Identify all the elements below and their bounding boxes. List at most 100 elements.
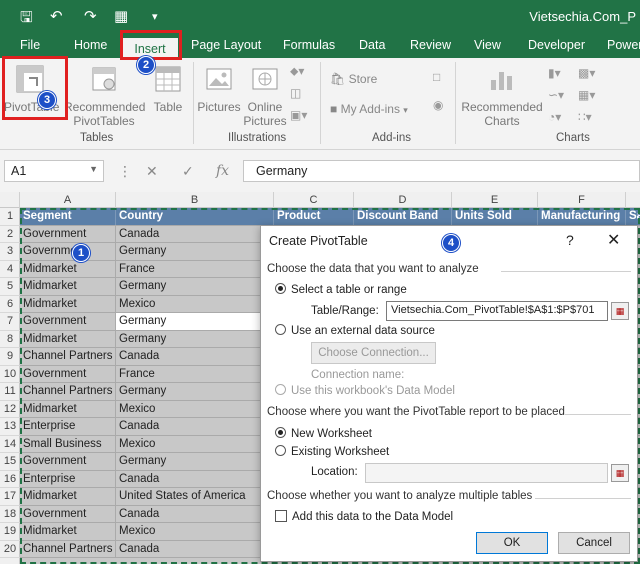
cell[interactable]: Mexico xyxy=(116,400,274,418)
new-worksheet-option[interactable]: New Worksheet xyxy=(275,427,372,440)
pie-chart-icon[interactable]: ◔▾ xyxy=(548,110,561,124)
row-header[interactable]: 16 xyxy=(0,471,20,488)
cell[interactable]: Mexico xyxy=(116,295,274,313)
cell[interactable]: Channel Partners xyxy=(20,540,116,558)
tab-review[interactable]: Review xyxy=(410,38,451,52)
cell[interactable]: Midmarket xyxy=(20,400,116,418)
row-header[interactable]: 8 xyxy=(0,331,20,348)
row-header[interactable]: 13 xyxy=(0,418,20,436)
active-cell[interactable]: Germany xyxy=(116,313,274,330)
shapes-icon[interactable]: ⬥▾ xyxy=(290,64,304,79)
column-header-a[interactable]: A xyxy=(20,192,116,208)
bing-icon[interactable]: □ xyxy=(433,70,440,84)
cell[interactable]: Government xyxy=(20,453,116,470)
row-header[interactable]: 11 xyxy=(0,383,20,401)
help-button[interactable]: ? xyxy=(566,232,574,248)
tab-data[interactable]: Data xyxy=(359,38,385,52)
cell[interactable]: Enterprise xyxy=(20,470,116,488)
collapse-dialog-icon[interactable]: ▦ xyxy=(611,464,629,482)
choose-connection-button[interactable]: Choose Connection... xyxy=(311,342,436,364)
radio-data-model[interactable] xyxy=(275,384,286,395)
tab-power[interactable]: Power xyxy=(607,38,640,52)
cell[interactable]: Germany xyxy=(116,278,274,295)
row-header[interactable]: 15 xyxy=(0,453,20,471)
recommended-pivottables-button[interactable]: Recommended PivotTables xyxy=(64,64,145,128)
radio-external[interactable] xyxy=(275,324,286,335)
header-cell[interactable]: Country xyxy=(116,208,274,225)
header-cell[interactable]: Units Sold xyxy=(452,208,538,225)
insert-function-icon[interactable]: fx xyxy=(216,163,229,179)
cell[interactable]: Midmarket xyxy=(20,295,116,313)
column-chart-icon[interactable]: ▮▾ xyxy=(548,66,561,80)
statistic-chart-icon[interactable]: ▦▾ xyxy=(578,88,595,102)
cell[interactable]: Government xyxy=(20,243,116,260)
cell[interactable]: Canada xyxy=(116,225,274,243)
external-source-option[interactable]: Use an external data source xyxy=(275,324,435,337)
cell[interactable]: Enterprise xyxy=(20,418,116,435)
cell[interactable]: Small Business xyxy=(20,435,116,453)
cancel-button[interactable]: Cancel xyxy=(558,532,630,554)
row-header[interactable]: 20 xyxy=(0,541,20,558)
close-button[interactable]: ✕ xyxy=(607,230,620,250)
header-cell[interactable]: Manufacturing xyxy=(538,208,626,225)
existing-worksheet-option[interactable]: Existing Worksheet xyxy=(275,445,389,458)
row-header[interactable]: 9 xyxy=(0,348,20,366)
cell[interactable]: Government xyxy=(20,365,116,383)
row-header[interactable]: 3 xyxy=(0,243,20,261)
column-header-d[interactable]: D xyxy=(354,192,452,208)
customize-toolbar-icon[interactable]: ▾ xyxy=(152,10,158,23)
ok-button[interactable]: OK xyxy=(476,532,548,554)
select-all-corner[interactable] xyxy=(0,192,20,208)
row-header[interactable]: 5 xyxy=(0,278,20,296)
column-header-b[interactable]: B xyxy=(116,192,274,208)
cell[interactable]: Midmarket xyxy=(20,278,116,295)
select-table-range-option[interactable]: Select a table or range xyxy=(275,283,407,296)
row-header[interactable]: 6 xyxy=(0,296,20,313)
smartart-icon[interactable]: ◫ xyxy=(290,86,301,100)
cell[interactable]: Government xyxy=(20,313,116,330)
store-button[interactable]: 🛍 Store xyxy=(330,72,377,86)
online-pictures-button[interactable]: Online Pictures xyxy=(243,64,287,128)
radio-select-range[interactable] xyxy=(275,283,286,294)
cell[interactable]: Midmarket xyxy=(20,523,116,540)
column-header-f[interactable]: F xyxy=(538,192,626,208)
row-header[interactable]: 19 xyxy=(0,523,20,541)
cell[interactable]: France xyxy=(116,365,274,383)
formula-input[interactable]: Germany xyxy=(243,160,640,182)
cell[interactable]: Canada xyxy=(116,540,274,558)
cell[interactable]: Midmarket xyxy=(20,260,116,278)
location-input[interactable] xyxy=(365,463,608,483)
cell[interactable]: Germany xyxy=(116,453,274,470)
cell[interactable]: Germany xyxy=(116,383,274,400)
row-header[interactable]: 4 xyxy=(0,261,20,278)
tab-page-layout[interactable]: Page Layout xyxy=(191,38,261,52)
tab-home[interactable]: Home xyxy=(74,38,107,52)
cell[interactable]: Channel Partners xyxy=(20,383,116,400)
cell[interactable]: Canada xyxy=(116,470,274,488)
screenshot-icon[interactable]: ▣▾ xyxy=(290,108,307,122)
table-button[interactable]: Table xyxy=(148,64,188,114)
cell[interactable]: Canada xyxy=(116,418,274,435)
header-cell[interactable]: Sa xyxy=(626,208,640,225)
column-header-e[interactable]: E xyxy=(452,192,538,208)
header-cell[interactable]: Discount Band xyxy=(354,208,452,225)
confirm-entry-icon[interactable]: ✓ xyxy=(182,163,194,180)
add-to-data-model-checkbox[interactable] xyxy=(275,510,287,522)
hierarchy-chart-icon[interactable]: ▩▾ xyxy=(578,66,595,80)
row-header[interactable]: 2 xyxy=(0,226,20,243)
line-chart-icon[interactable]: ∽▾ xyxy=(548,88,564,102)
row-header[interactable]: 1 xyxy=(0,208,20,226)
collapse-dialog-icon[interactable]: ▦ xyxy=(611,302,629,320)
tab-developer[interactable]: Developer xyxy=(528,38,585,52)
tab-formulas[interactable]: Formulas xyxy=(283,38,335,52)
radio-new-worksheet[interactable] xyxy=(275,427,286,438)
cell[interactable]: France xyxy=(116,260,274,278)
cell[interactable]: Canada xyxy=(116,348,274,365)
radio-existing-worksheet[interactable] xyxy=(275,445,286,456)
table-range-input[interactable]: Vietsechia.Com_PivotTable!$A$1:$P$701 xyxy=(386,301,608,321)
redo-icon[interactable]: ↷ xyxy=(84,7,97,25)
tab-view[interactable]: View xyxy=(474,38,501,52)
tab-file[interactable]: File xyxy=(20,38,40,52)
chevron-down-icon[interactable]: ▼ xyxy=(89,164,98,174)
row-header[interactable]: 10 xyxy=(0,366,20,383)
